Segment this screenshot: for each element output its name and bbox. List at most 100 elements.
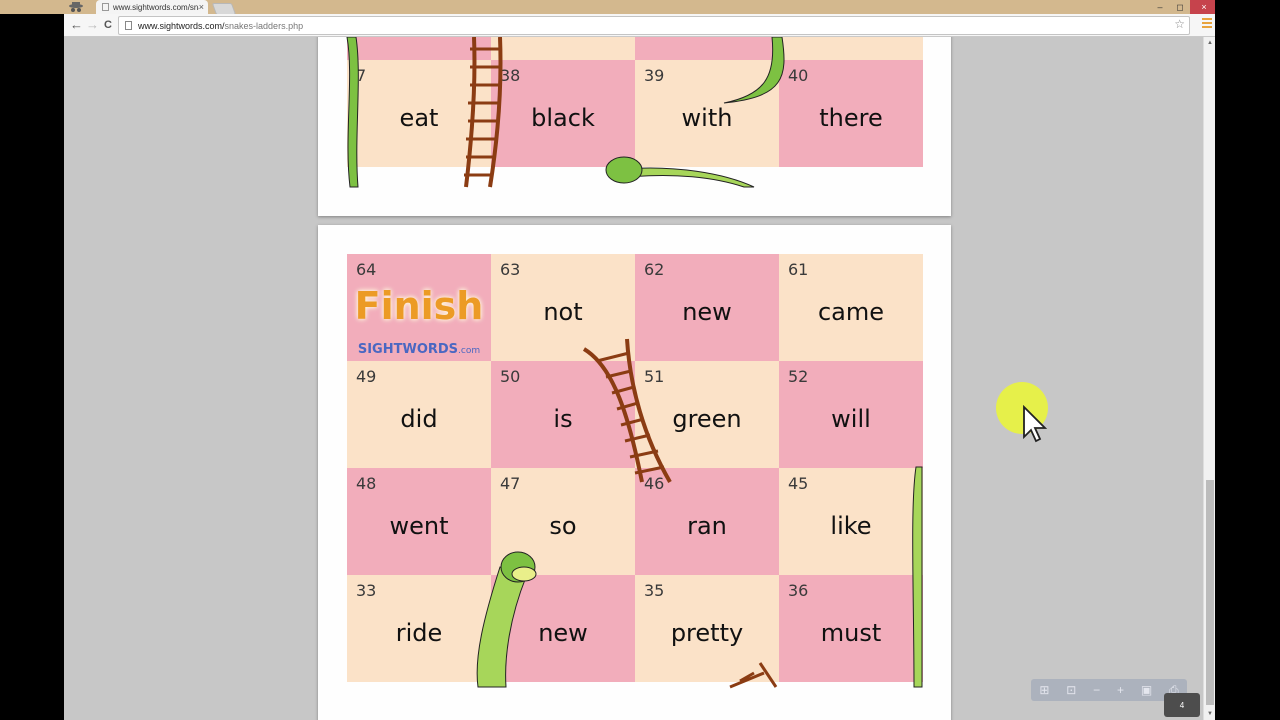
logo-text: SIGHTWORDS [357,342,459,357]
pdf-viewport: 7 eat 38 black 39 with 40 there 64 Finish SIGHTWO… [64,37,1203,720]
fit-width-icon[interactable]: ⊡ [1066,683,1076,697]
browser-tab[interactable]: www.sightwords.com/sna × [96,0,208,14]
sight-word: there [819,104,883,132]
board-cell: 40 there [779,60,923,167]
board-cell: 35 pretty [635,575,779,682]
board-cell: 38 black [491,60,635,167]
board-cell: 7 eat [347,60,491,167]
sight-word: did [400,405,438,433]
tab-strip: www.sightwords.com/sna × – ◻ × [0,0,1218,15]
cell-number: 49 [356,367,377,386]
cell-number: 33 [356,581,377,600]
sight-word: ride [395,619,443,647]
vertical-scrollbar[interactable]: ▲ ▼ [1203,37,1215,720]
sight-word: green [672,405,742,433]
cell-number: 47 [500,474,521,493]
sight-word: not [543,298,583,326]
board-cell: 49 did [347,361,491,468]
sight-word: pretty [670,619,744,647]
tab-close-icon[interactable]: × [199,2,204,12]
scroll-thumb[interactable] [1206,480,1214,705]
pdf-page-4: 64 Finish SIGHTWORDS.com 63 not 62 new 61 came 49… [318,225,951,720]
board-cell: 36 must [779,575,923,682]
board-cell: 50 is [491,361,635,468]
bottom-board: 64 Finish SIGHTWORDS.com 63 not 62 new 61 came 49… [347,254,923,682]
board-cell: 46 ran [635,468,779,575]
board-cell: 51 green [635,361,779,468]
cell-number: 62 [644,260,665,279]
forward-button[interactable]: → [86,17,99,33]
logo-suffix: .com [458,346,481,356]
sight-word: new [538,619,588,647]
board-cell: 64 Finish SIGHTWORDS.com [347,254,491,361]
cell-number: 64 [356,260,377,279]
board-cell: 45 like [779,468,923,575]
cell-number: 35 [644,581,665,600]
cell-number: 38 [500,66,521,85]
url-host: www.sightwords.com/ [138,20,225,31]
sight-word: came [817,298,885,326]
scroll-down-arrow[interactable]: ▼ [1206,710,1214,718]
page-number-badge: 4 [1164,693,1200,717]
scroll-up-arrow[interactable]: ▲ [1206,39,1214,47]
cell-number: 63 [500,260,521,279]
address-bar[interactable]: www.sightwords.com/snakes-ladders.php ☆ [118,16,1190,35]
fit-page-icon[interactable]: ⊞ [1039,683,1049,697]
board-cell: 62 new [635,254,779,361]
sight-word: like [830,512,872,540]
cell-number: 51 [644,367,665,386]
sight-word: black [531,104,595,132]
sight-word: eat [399,104,439,132]
cell-number: 45 [788,474,809,493]
board-cell: 61 came [779,254,923,361]
zoom-out-icon[interactable]: − [1093,683,1100,697]
board-cell: 39 with [635,60,779,167]
sight-word: must [820,619,882,647]
back-button[interactable]: ← [70,17,83,33]
chrome-menu-icon[interactable] [1202,18,1212,30]
sight-word: will [831,405,871,433]
sight-word: new [682,298,732,326]
mouse-cursor-icon [1023,405,1048,443]
top-board-row: 7 eat 38 black 39 with 40 there [347,60,923,167]
tab-title: www.sightwords.com/sna [113,2,199,12]
board-cell: 48 went [347,468,491,575]
cell-number: 40 [788,66,809,85]
sight-word: ran [687,512,727,540]
cell-number: 36 [788,581,809,600]
reload-button[interactable]: C [104,17,112,33]
sight-word: went [389,512,449,540]
cell-number: 50 [500,367,521,386]
page-icon [125,21,132,30]
maximize-button[interactable]: ◻ [1170,0,1190,14]
finish-label: Finish [354,284,484,328]
letterbox [1215,0,1280,720]
cell-number: 7 [356,66,367,85]
url-path: snakes-ladders.php [224,20,304,31]
cell-number: 61 [788,260,809,279]
cell-number: 39 [644,66,665,85]
save-icon[interactable]: ▣ [1141,683,1152,697]
board-cell: 4 new [491,575,635,682]
cell-number: 52 [788,367,809,386]
minimize-button[interactable]: – [1150,0,1170,14]
cell-number: 46 [644,474,665,493]
incognito-icon [69,2,83,12]
page-icon [102,3,109,11]
sight-word: with [681,104,733,132]
board-cell: 33 ride [347,575,491,682]
sightwords-logo: SIGHTWORDS.com [347,342,491,357]
board-cell: 47 so [491,468,635,575]
browser-toolbar: ← → C www.sightwords.com/snakes-ladders.… [64,14,1215,37]
cell-number: 4 [500,581,511,600]
bookmark-star-icon[interactable]: ☆ [1174,17,1185,31]
pdf-page-3: 7 eat 38 black 39 with 40 there [318,37,951,216]
sight-word: is [553,405,573,433]
zoom-in-icon[interactable]: + [1117,683,1124,697]
close-window-button[interactable]: × [1190,0,1218,14]
board-cell: 52 will [779,361,923,468]
board-cell: 63 not [491,254,635,361]
window-controls: – ◻ × [1150,0,1218,14]
sight-word: so [549,512,577,540]
cell-number: 48 [356,474,377,493]
